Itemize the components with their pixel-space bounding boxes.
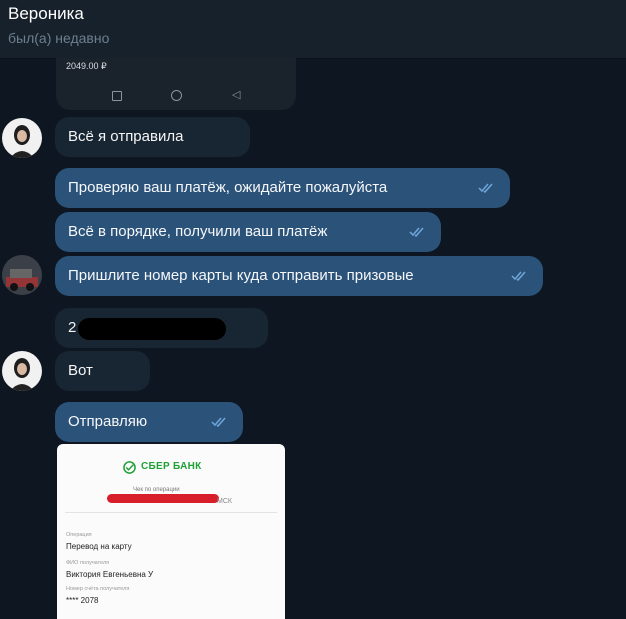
chat-header[interactable]: Вероника был(а) недавно (0, 0, 626, 59)
account-label: Номер счёта получателя (66, 586, 130, 592)
back-icon: ◁ (232, 89, 241, 101)
message-text: Отправляю (68, 413, 148, 430)
avatar[interactable] (2, 351, 42, 391)
avatar-portrait-icon (10, 125, 34, 158)
contact-status: был(а) недавно (8, 30, 110, 46)
home-icon (171, 90, 182, 101)
contact-name[interactable]: Вероника (8, 4, 84, 24)
avatar-photo-icon (2, 255, 42, 295)
read-ticks-icon (211, 417, 226, 428)
account-value: **** 2078 (66, 596, 99, 605)
message-bubble[interactable]: Всё я отправила (55, 117, 250, 157)
message-bubble[interactable]: Отправляю (55, 402, 243, 442)
recipient-value: Виктория Евгеньевна У (66, 570, 154, 579)
payment-amount: 2049.00 ₽ (66, 61, 107, 71)
bank-name: СБЕР БАНК (141, 461, 202, 472)
message-text: Пришлите номер карты куда отправить приз… (68, 267, 414, 284)
message-bubble[interactable]: Пришлите номер карты куда отправить приз… (55, 256, 543, 296)
receipt-subtitle: Чек по операции (133, 487, 180, 493)
operation-value: Перевод на карту (66, 542, 132, 551)
receipt-code: МСК (217, 498, 232, 505)
message-text: Проверяю ваш платёж, ожидайте пожалуйста (68, 179, 388, 196)
redaction-mark (78, 318, 226, 340)
message-text: 2 (68, 319, 77, 336)
sber-logo-icon (123, 461, 136, 474)
redaction-mark (107, 494, 219, 503)
android-navbar: ◁ (56, 89, 296, 105)
message-text: Всё в порядке, получили ваш платёж (68, 223, 328, 240)
screenshot-attachment[interactable]: 2049.00 ₽ ◁ (56, 58, 296, 110)
recipient-label: ФИО получателя (66, 560, 110, 566)
read-ticks-icon (409, 227, 424, 238)
message-bubble[interactable]: Проверяю ваш платёж, ожидайте пожалуйста (55, 168, 510, 208)
message-bubble[interactable]: Всё в порядке, получили ваш платёж (55, 212, 441, 252)
avatar[interactable] (2, 255, 42, 295)
avatar[interactable] (2, 118, 42, 158)
divider (65, 512, 277, 513)
read-ticks-icon (511, 271, 526, 282)
message-text: Всё я отправила (68, 128, 184, 145)
message-text: Вот (68, 362, 93, 379)
recents-icon (112, 91, 122, 101)
avatar-portrait-icon (10, 358, 34, 391)
read-ticks-icon (478, 183, 493, 194)
operation-label: Операция (66, 532, 92, 538)
receipt-image[interactable]: СБЕР БАНК Чек по операции МСК Операция П… (57, 444, 285, 619)
message-bubble[interactable]: Вот (55, 351, 150, 391)
